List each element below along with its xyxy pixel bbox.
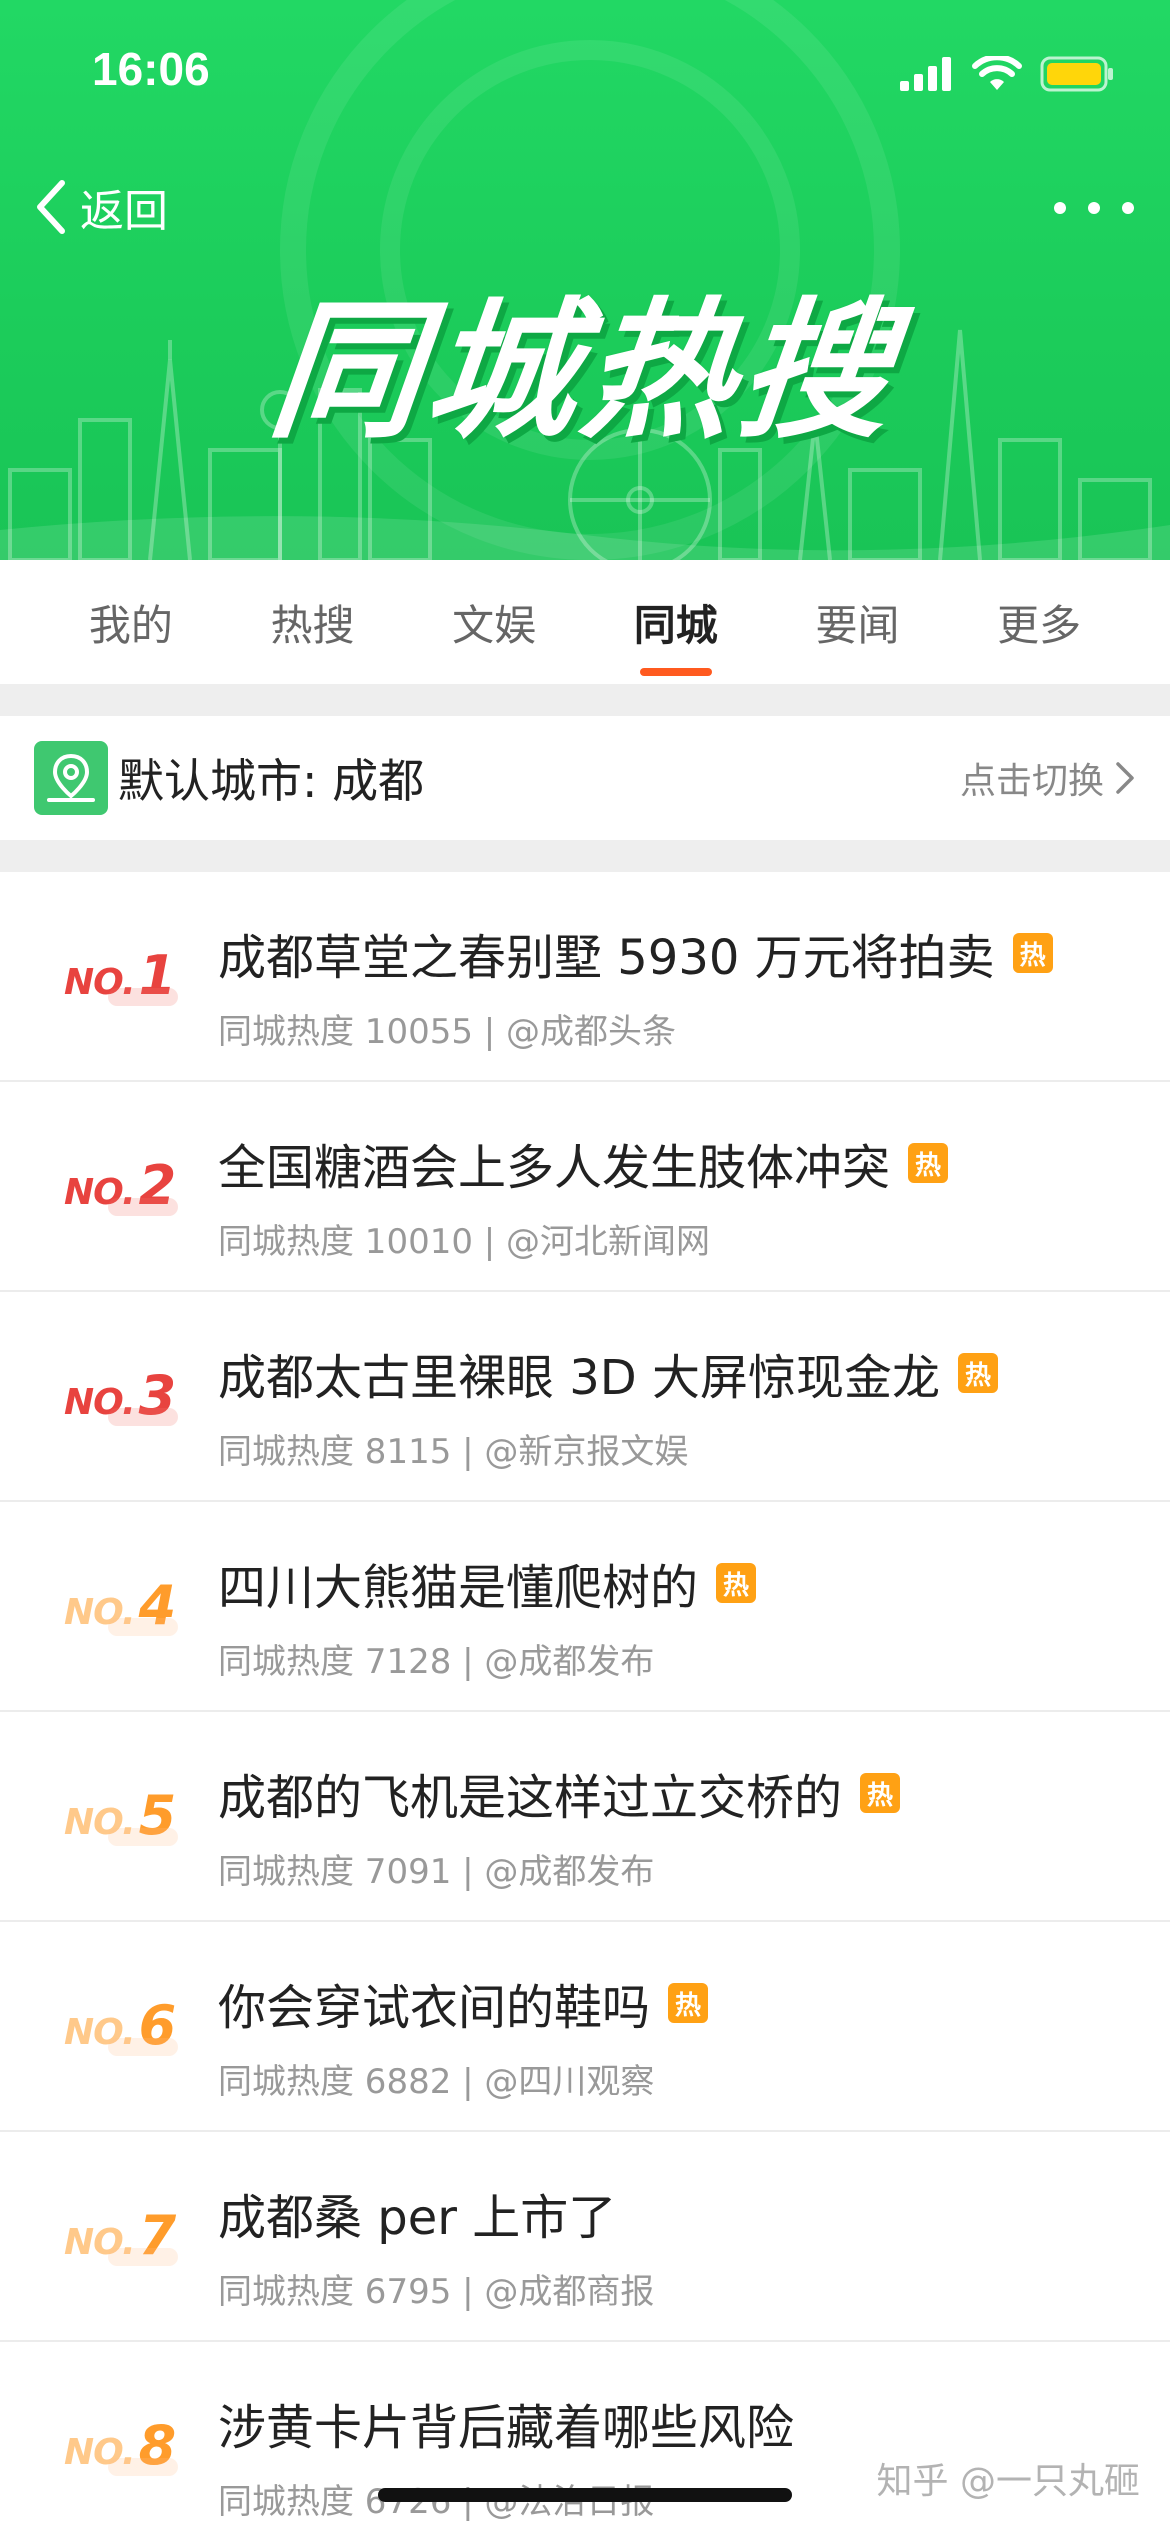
local-hot-list: NO. 1 成都草堂之春别墅 5930 万元将拍卖 热 同城热度 10055 |… [0, 872, 1170, 2532]
back-button[interactable]: 返回 [30, 172, 168, 242]
list-item[interactable]: NO. 6 你会穿试衣间的鞋吗 热 同城热度 6882 | @四川观察 [0, 1922, 1170, 2132]
item-meta: 同城热度 8115 | @新京报文娱 [218, 1432, 689, 1472]
rank-badge: NO. 4 [64, 1574, 184, 1644]
rank-underline [108, 2458, 178, 2476]
rank-badge: NO. 3 [64, 1364, 184, 1434]
status-time: 16:06 [92, 43, 210, 95]
list-item[interactable]: NO. 2 全国糖酒会上多人发生肢体冲突 热 同城热度 10010 | @河北新… [0, 1082, 1170, 1292]
wifi-icon [972, 56, 1022, 90]
status-bar: 16:06 [0, 0, 1170, 140]
rank-badge: NO. 8 [64, 2414, 184, 2484]
rank-badge: NO. 6 [64, 1994, 184, 2064]
switch-city-label: 点击切换 [959, 761, 1104, 802]
list-item[interactable]: NO. 1 成都草堂之春别墅 5930 万元将拍卖 热 同城热度 10055 |… [0, 872, 1170, 1082]
hot-badge: 热 [860, 1773, 901, 1813]
back-label: 返回 [80, 186, 168, 237]
hot-badge: 热 [1012, 933, 1053, 973]
rank-underline [108, 1198, 178, 1216]
tab-local[interactable]: 同城 [634, 560, 718, 684]
map-pin-icon [34, 741, 108, 815]
chevron-left-icon [37, 180, 65, 234]
more-options-button[interactable] [1054, 180, 1134, 236]
hot-badge: 热 [668, 1983, 709, 2023]
item-meta: 同城热度 10055 | @成都头条 [218, 1012, 677, 1052]
item-title: 涉黄卡片背后藏着哪些风险 [218, 2400, 795, 2456]
zhihu-watermark: 知乎 @一只丸砸 [876, 2461, 1140, 2502]
list-item[interactable]: NO. 4 四川大熊猫是懂爬树的 热 同城热度 7128 | @成都发布 [0, 1502, 1170, 1712]
rank-underline [108, 1828, 178, 1846]
rank-underline [108, 2038, 178, 2056]
rank-badge: NO. 7 [64, 2204, 184, 2274]
list-item[interactable]: NO. 7 成都桑 per 上市了 同城热度 6795 | @成都商报 [0, 2132, 1170, 2342]
item-title: 成都桑 per 上市了 [218, 2190, 617, 2246]
more-dot-icon [1122, 202, 1134, 214]
tab-news[interactable]: 要闻 [815, 560, 899, 684]
item-meta: 同城热度 6795 | @成都商报 [218, 2272, 655, 2312]
cellular-signal-icon [900, 57, 951, 91]
hot-badge: 热 [716, 1563, 757, 1603]
more-dot-icon [1088, 202, 1100, 214]
rank-badge: NO. 1 [64, 944, 184, 1014]
item-title: 成都草堂之春别墅 5930 万元将拍卖 [218, 930, 995, 986]
rank-underline [108, 2248, 178, 2266]
status-icons [900, 52, 1114, 96]
rank-badge: NO. 2 [64, 1154, 184, 1224]
banner-title: 同城热搜 [262, 285, 905, 459]
list-item[interactable]: NO. 5 成都的飞机是这样过立交桥的 热 同城热度 7091 | @成都发布 [0, 1712, 1170, 1922]
item-title: 全国糖酒会上多人发生肢体冲突 [218, 1140, 891, 1196]
tab-more[interactable]: 更多 [997, 560, 1081, 684]
hot-badge: 热 [908, 1143, 949, 1183]
item-title: 你会穿试衣间的鞋吗 [218, 1980, 651, 2036]
rank-underline [108, 1408, 178, 1426]
tab-mine[interactable]: 我的 [89, 560, 173, 684]
tab-hot-search[interactable]: 热搜 [270, 560, 354, 684]
list-item[interactable]: NO. 3 成都太古里裸眼 3D 大屏惊现金龙 热 同城热度 8115 | @新… [0, 1292, 1170, 1502]
item-title: 成都的飞机是这样过立交桥的 [218, 1770, 843, 1826]
category-tabs: 我的 热搜 文娱 同城 要闻 更多 [0, 560, 1170, 684]
rank-badge: NO. 5 [64, 1784, 184, 1854]
battery-icon [1040, 56, 1113, 92]
item-meta: 同城热度 10010 | @河北新闻网 [218, 1222, 711, 1262]
rank-underline [108, 988, 178, 1006]
default-city-bar: 默认城市: 成都 点击切换 [0, 716, 1170, 840]
item-meta: 同城热度 7091 | @成都发布 [218, 1852, 655, 1892]
item-title: 成都太古里裸眼 3D 大屏惊现金龙 [218, 1350, 941, 1406]
item-meta: 同城热度 7128 | @成都发布 [218, 1642, 655, 1682]
header-banner: 16:06 返回 同城热搜 [0, 0, 1170, 560]
more-dot-icon [1054, 202, 1066, 214]
default-city-label: 默认城市: 成都 [118, 754, 425, 808]
switch-city-button[interactable]: 点击切换 [960, 752, 1136, 804]
chevron-right-icon [1116, 762, 1134, 794]
tab-entertainment[interactable]: 文娱 [452, 560, 536, 684]
section-divider [0, 840, 1170, 872]
item-title: 四川大熊猫是懂爬树的 [218, 1560, 699, 1616]
hot-badge: 热 [958, 1353, 999, 1393]
item-meta: 同城热度 6882 | @四川观察 [218, 2062, 655, 2102]
rank-underline [108, 1618, 178, 1636]
section-divider [0, 684, 1170, 716]
home-indicator[interactable] [378, 2488, 792, 2502]
